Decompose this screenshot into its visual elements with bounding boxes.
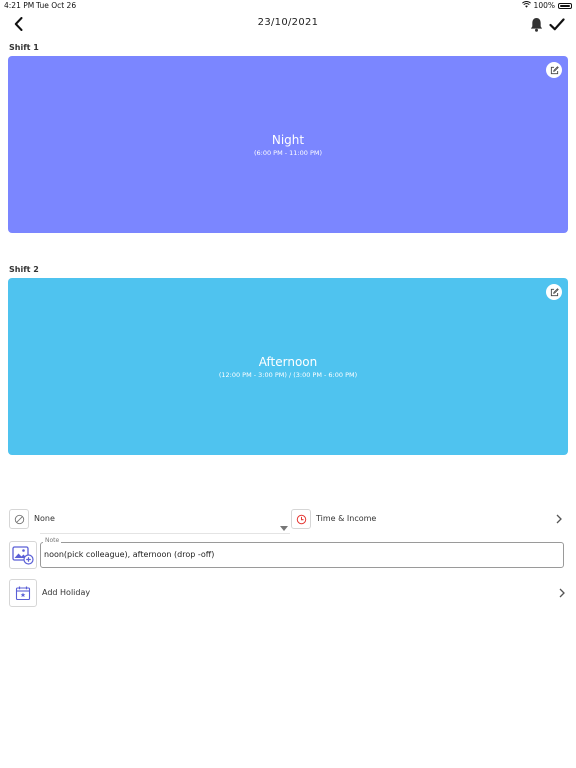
add-holiday-label[interactable]: Add Holiday <box>42 588 90 597</box>
status-right: 100% <box>521 1 572 10</box>
status-time: 4:21 PM <box>4 1 35 10</box>
shift-1-card[interactable]: Night (6:00 PM - 11:00 PM) <box>8 56 568 233</box>
shift-2-time: (12:00 PM - 3:00 PM) / (3:00 PM - 6:00 P… <box>218 370 358 379</box>
note-field[interactable]: Note noon(pick colleague), afternoon (dr… <box>40 537 564 568</box>
add-image-icon <box>12 546 34 565</box>
none-icon <box>14 514 24 524</box>
back-button[interactable] <box>10 14 26 34</box>
status-date: Tue Oct 26 <box>36 1 77 10</box>
note-label: Note <box>43 537 62 544</box>
chevron-right-icon[interactable] <box>557 587 567 599</box>
shift-1-label: Shift 1 <box>9 43 39 52</box>
bell-icon <box>530 17 542 32</box>
checkmark-icon <box>549 17 565 30</box>
battery-percent: 100% <box>533 1 555 10</box>
shift-2-edit-button[interactable] <box>546 284 562 300</box>
time-income-icon-box[interactable] <box>291 509 311 529</box>
shift-2-name: Afternoon <box>258 354 318 369</box>
status-bar: 4:21 PM Tue Oct 26 100% <box>0 0 576 12</box>
note-value[interactable]: noon(pick colleague), afternoon (drop -o… <box>44 550 214 559</box>
header: 23/10/2021 <box>0 12 576 36</box>
shift-1-time: (6:00 PM - 11:00 PM) <box>253 148 323 157</box>
battery-icon <box>558 2 572 9</box>
holiday-icon-box[interactable] <box>9 579 37 607</box>
shift-1-name: Night <box>271 132 305 147</box>
shift-1-edit-button[interactable] <box>546 62 562 78</box>
shift-2-label: Shift 2 <box>9 265 39 274</box>
shift-2-card[interactable]: Afternoon (12:00 PM - 3:00 PM) / (3:00 P… <box>8 278 568 455</box>
calendar-holiday-icon <box>15 586 31 601</box>
chevron-left-icon <box>14 17 22 31</box>
wifi-icon <box>521 1 531 10</box>
notification-button[interactable] <box>528 15 544 33</box>
page-title: 23/10/2021 <box>257 17 319 28</box>
divider <box>40 533 290 534</box>
category-button[interactable] <box>9 509 29 529</box>
save-button[interactable] <box>548 15 566 33</box>
time-income-label[interactable]: Time & Income <box>316 514 376 523</box>
add-image-button[interactable] <box>9 541 37 569</box>
chevron-right-icon[interactable] <box>554 513 564 525</box>
edit-icon <box>550 287 559 296</box>
clock-icon <box>296 514 306 524</box>
edit-icon <box>550 65 559 74</box>
category-label[interactable]: None <box>34 514 55 523</box>
